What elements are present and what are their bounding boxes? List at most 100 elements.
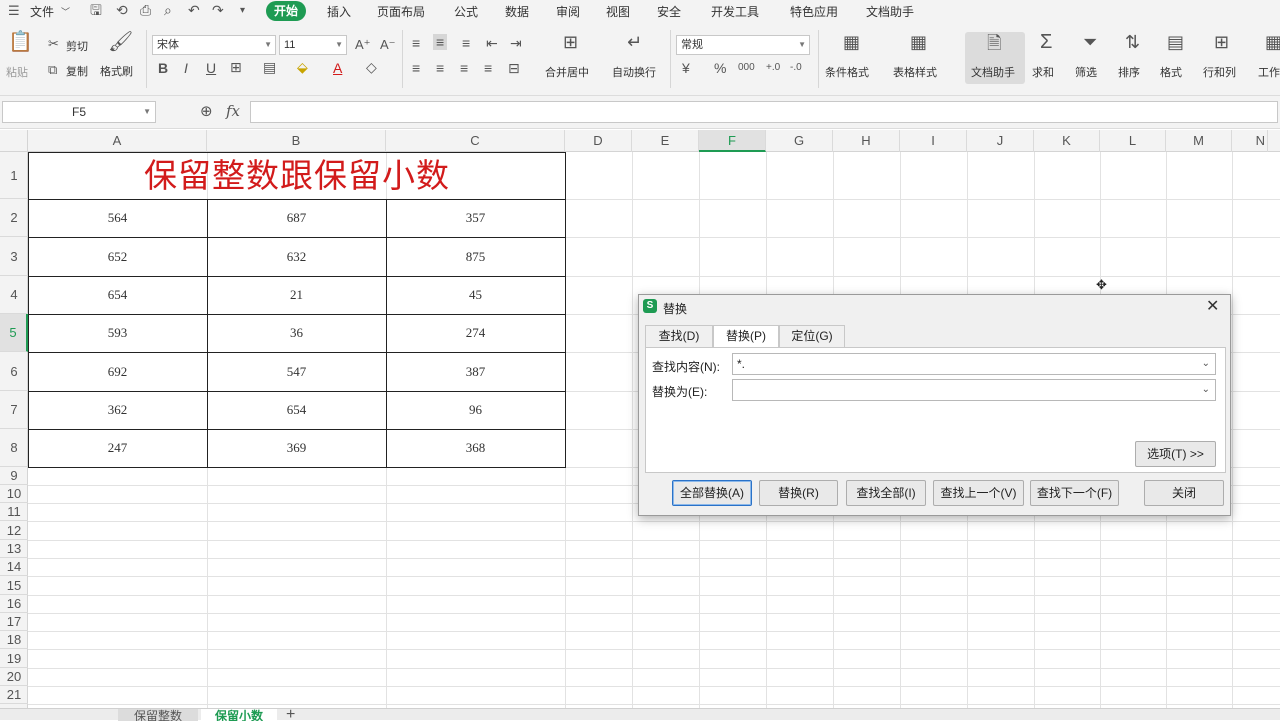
indent-increase-icon[interactable]: ⇥ — [510, 35, 522, 51]
row-header[interactable]: 13 — [0, 540, 28, 558]
sum-icon[interactable]: Σ — [1040, 32, 1052, 52]
column-header[interactable]: J — [967, 130, 1034, 152]
print-preview-icon[interactable]: ⌕ — [164, 2, 172, 18]
menu-home-active[interactable]: 开始 — [266, 1, 307, 21]
thousands-separator-button[interactable]: 000 — [738, 60, 755, 76]
replace-button[interactable]: 替换(R) — [759, 480, 838, 506]
conditional-format-icon[interactable]: ▦ — [843, 33, 860, 51]
table-cell[interactable]: 369 — [207, 429, 386, 467]
table-cell[interactable]: 368 — [386, 429, 565, 467]
indent-decrease-icon[interactable]: ⇤ — [486, 35, 498, 51]
wrap-text-icon[interactable]: ↵ — [627, 33, 642, 51]
select-all-corner[interactable] — [0, 130, 28, 152]
name-box[interactable]: F5 ▼ — [2, 101, 156, 123]
table-cell[interactable]: 21 — [207, 276, 386, 314]
customize-toolbar-icon[interactable]: ▾ — [240, 3, 245, 19]
add-sheet-icon[interactable]: + — [286, 706, 295, 724]
align-right-icon[interactable]: ≡ — [460, 60, 468, 76]
column-header[interactable]: A — [28, 130, 207, 152]
paste-button[interactable]: 粘贴 — [6, 64, 28, 80]
row-header[interactable]: 3 — [0, 237, 28, 276]
underline-button[interactable]: U — [206, 60, 216, 76]
table-cell[interactable]: 593 — [28, 314, 207, 352]
undo-icon[interactable]: ↶ — [188, 2, 200, 18]
format-painter-icon[interactable]: 🖌 — [108, 32, 133, 52]
hamburger-menu-icon[interactable]: ☰ — [8, 3, 20, 19]
column-header-active[interactable]: F — [699, 130, 766, 152]
distribute-icon[interactable]: ⊟ — [508, 60, 520, 76]
menu-security[interactable]: 安全 — [657, 3, 681, 20]
print-icon[interactable]: ⎙ — [140, 2, 151, 18]
replace-input[interactable]: ⌄ — [732, 379, 1216, 401]
menu-formulas[interactable]: 公式 — [454, 3, 478, 20]
doc-assistant-button[interactable]: 文档助手 — [971, 64, 1015, 80]
sort-icon[interactable]: ⇅ — [1125, 33, 1140, 51]
fill-color-icon[interactable]: ⬙ — [297, 59, 308, 75]
table-cell[interactable]: 45 — [386, 276, 565, 314]
align-bottom-icon[interactable]: ≡ — [462, 35, 470, 51]
row-header[interactable]: 16 — [0, 595, 28, 613]
table-cell[interactable]: 564 — [28, 199, 207, 237]
table-cell[interactable]: 36 — [207, 314, 386, 352]
filter-icon[interactable]: ⏷ — [1083, 33, 1097, 51]
find-next-button[interactable]: 查找下一个(F) — [1030, 480, 1119, 506]
column-header[interactable]: G — [766, 130, 833, 152]
column-header[interactable]: C — [386, 130, 565, 152]
table-cell[interactable]: 362 — [28, 391, 207, 429]
number-format-select[interactable]: 常规 ▼ — [676, 35, 810, 55]
decrease-font-icon[interactable]: A⁻ — [380, 37, 396, 53]
row-header[interactable]: 19 — [0, 649, 28, 668]
row-header[interactable]: 1 — [0, 152, 28, 199]
menu-file[interactable]: 文件 — [30, 3, 54, 20]
row-header[interactable]: 9 — [0, 467, 28, 485]
close-icon[interactable]: ✕ — [1206, 296, 1219, 316]
table-cell[interactable]: 687 — [207, 199, 386, 237]
increase-font-icon[interactable]: A⁺ — [355, 37, 371, 53]
copy-button[interactable]: 复制 — [66, 63, 88, 79]
column-header[interactable]: B — [207, 130, 386, 152]
menu-page-layout[interactable]: 页面布局 — [377, 3, 425, 20]
menu-data[interactable]: 数据 — [505, 3, 529, 20]
row-header[interactable]: 20 — [0, 668, 28, 686]
menu-doc-assistant[interactable]: 文档助手 — [866, 3, 914, 20]
increase-decimal-icon[interactable]: +.0 — [766, 60, 780, 76]
sort-button[interactable]: 排序 — [1118, 64, 1140, 80]
percent-button[interactable]: % — [714, 60, 726, 76]
border-icon[interactable]: ⊞ — [230, 59, 242, 75]
font-name-select[interactable]: 宋体 ▼ — [152, 35, 276, 55]
column-header[interactable]: M — [1166, 130, 1232, 152]
align-top-icon[interactable]: ≡ — [412, 35, 420, 51]
tab-replace[interactable]: 替换(P) — [713, 325, 779, 348]
options-button[interactable]: 选项(T) >> — [1135, 441, 1216, 467]
format-painter-button[interactable]: 格式刷 — [100, 63, 133, 79]
align-middle-icon[interactable]: ≡ — [433, 34, 448, 50]
row-header[interactable]: 6 — [0, 352, 28, 391]
conditional-format-button[interactable]: 条件格式 — [825, 64, 869, 80]
cloud-sync-icon[interactable]: ⟲ — [116, 2, 128, 18]
align-left-icon[interactable]: ≡ — [412, 60, 420, 76]
row-header[interactable]: 14 — [0, 558, 28, 576]
sheet-tab[interactable]: 保留整数 — [118, 709, 198, 721]
menu-view[interactable]: 视图 — [606, 3, 630, 20]
row-header[interactable]: 2 — [0, 199, 28, 237]
row-header[interactable]: 7 — [0, 391, 28, 429]
font-color-button[interactable]: A — [333, 60, 342, 76]
row-header[interactable]: 17 — [0, 613, 28, 631]
sum-button[interactable]: 求和 — [1032, 64, 1054, 80]
row-column-icon[interactable]: ⊞ — [1214, 33, 1229, 51]
merge-center-icon[interactable]: ⊞ — [563, 33, 578, 51]
find-input[interactable]: *. ⌄ — [732, 353, 1216, 375]
column-header[interactable]: H — [833, 130, 900, 152]
decrease-decimal-icon[interactable]: -.0 — [790, 60, 802, 76]
paste-icon[interactable]: 📋 — [8, 32, 33, 52]
currency-icon[interactable]: ¥ — [682, 60, 690, 76]
redo-icon[interactable]: ↷ — [212, 2, 224, 18]
merged-title-cell[interactable]: 保留整数跟保留小数 — [28, 152, 566, 199]
column-header[interactable]: N — [1232, 130, 1268, 152]
scissors-icon[interactable]: ✂ — [48, 36, 59, 52]
chevron-down-icon[interactable]: ﹀ — [61, 4, 70, 20]
row-header[interactable]: 11 — [0, 503, 28, 521]
menu-developer[interactable]: 开发工具 — [711, 3, 759, 20]
row-header[interactable]: 15 — [0, 576, 28, 595]
table-cell[interactable]: 654 — [207, 391, 386, 429]
